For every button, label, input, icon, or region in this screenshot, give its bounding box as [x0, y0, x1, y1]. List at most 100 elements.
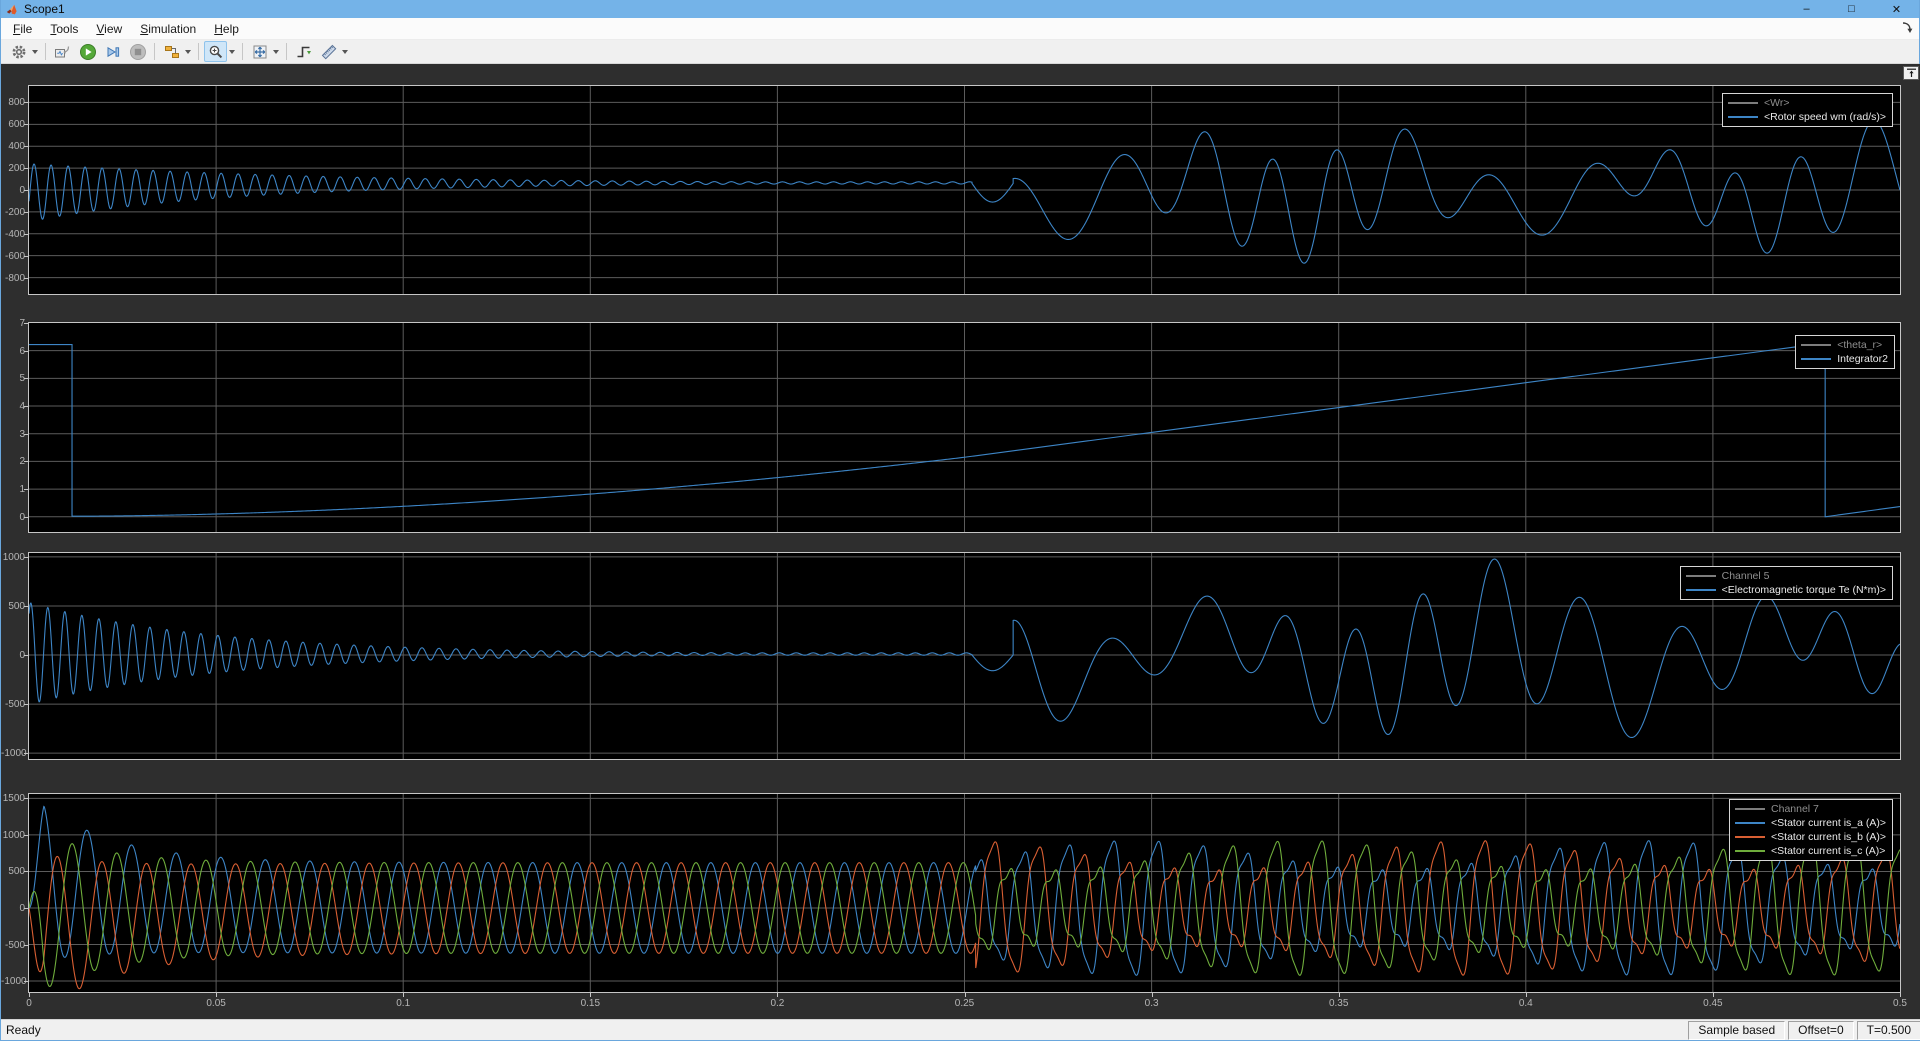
play-icon [79, 43, 97, 61]
rotor-angle-canvas [29, 323, 1900, 532]
y-tick-mark [24, 461, 28, 462]
y-tick-label: 1000 [1, 552, 25, 563]
parameters-button[interactable] [7, 41, 30, 62]
zoom-in-icon [208, 44, 224, 60]
plot-stator-currents[interactable]: Channel 7<Stator current is_a (A)><Stato… [28, 793, 1901, 993]
stator-currents-legend[interactable]: Channel 7<Stator current is_a (A)><Stato… [1729, 799, 1893, 861]
legend-item[interactable]: <Rotor speed wm (rad/s)> [1728, 110, 1886, 124]
legend-item[interactable]: Integrator2 [1801, 352, 1888, 366]
y-tick-mark [24, 908, 28, 909]
y-tick-mark [24, 234, 28, 235]
trigger-button[interactable] [292, 41, 315, 62]
y-tick-mark [24, 835, 28, 836]
y-tick-mark [24, 406, 28, 407]
zoom-dropdown-caret[interactable] [229, 50, 235, 54]
dock-scope-button[interactable] [1903, 66, 1919, 80]
maximize-button[interactable]: □ [1829, 0, 1874, 18]
status-time: T=0.500 [1857, 1021, 1920, 1040]
y-tick-label: -800 [1, 273, 25, 284]
y-tick-label: 600 [1, 119, 25, 130]
y-tick-mark [24, 146, 28, 147]
legend-line-sample [1801, 358, 1831, 360]
x-tick-mark [1526, 993, 1527, 997]
legend-line-sample [1686, 575, 1716, 577]
rotor-angle-legend[interactable]: <theta_r>Integrator2 [1795, 335, 1895, 369]
y-tick-mark [24, 212, 28, 213]
legend-item[interactable]: <Stator current is_a (A)> [1735, 816, 1886, 830]
fit-to-view-dropdown-caret[interactable] [273, 50, 279, 54]
window-title: Scope1 [24, 0, 65, 18]
plot-rotor-speed[interactable]: <Wr><Rotor speed wm (rad/s)> [28, 85, 1901, 295]
legend-item[interactable]: <Stator current is_b (A)> [1735, 830, 1886, 844]
x-tick-label: 0.45 [1696, 998, 1730, 1009]
legend-line-sample [1728, 102, 1758, 104]
torque-canvas [29, 553, 1900, 759]
y-tick-mark [24, 102, 28, 103]
legend-item[interactable]: Channel 5 [1686, 569, 1886, 583]
stop-button[interactable] [126, 41, 149, 62]
zoom-button[interactable] [204, 41, 227, 62]
y-tick-label: 7 [1, 318, 25, 329]
toolbar-separator [154, 43, 155, 60]
y-tick-label: -500 [1, 940, 25, 951]
y-tick-label: -500 [1, 699, 25, 710]
y-tick-label: 500 [1, 866, 25, 877]
y-tick-label: 0 [1, 903, 25, 914]
y-tick-label: 1 [1, 484, 25, 495]
x-tick-mark [590, 993, 591, 997]
legend-line-sample [1735, 822, 1765, 824]
legend-item[interactable]: <Wr> [1728, 96, 1886, 110]
run-button[interactable] [76, 41, 99, 62]
undock-arrow-icon[interactable] [1900, 21, 1914, 35]
y-tick-mark [24, 655, 28, 656]
y-tick-mark [24, 278, 28, 279]
menu-simulation[interactable]: Simulation [131, 18, 205, 40]
x-tick-label: 0.5 [1883, 998, 1917, 1009]
measurements-button[interactable] [317, 41, 340, 62]
menu-help[interactable]: Help [205, 18, 248, 40]
legend-item[interactable]: <Stator current is_c (A)> [1735, 844, 1886, 858]
measurements-dropdown-caret[interactable] [342, 50, 348, 54]
signal-selector-button[interactable] [160, 41, 183, 62]
plot-rotor-angle[interactable]: <theta_r>Integrator2 [28, 322, 1901, 533]
y-tick-mark [24, 945, 28, 946]
scope-window: Scope1 – □ ✕ File Tools View Simulation … [0, 0, 1920, 1041]
legend-label: <Stator current is_c (A)> [1771, 844, 1885, 858]
menu-tools[interactable]: Tools [41, 18, 87, 40]
legend-item[interactable]: <theta_r> [1801, 338, 1888, 352]
highlight-simulink-block-icon [54, 44, 71, 60]
rotor-speed-legend[interactable]: <Wr><Rotor speed wm (rad/s)> [1722, 93, 1893, 127]
minimize-button[interactable]: – [1784, 0, 1829, 18]
highlight-block-button[interactable] [51, 41, 74, 62]
legend-item[interactable]: <Electromagnetic torque Te (N*m)> [1686, 583, 1886, 597]
menu-file[interactable]: File [4, 18, 41, 40]
legend-item[interactable]: Channel 7 [1735, 802, 1886, 816]
titlebar[interactable]: Scope1 – □ ✕ [1, 0, 1919, 18]
menu-view[interactable]: View [87, 18, 131, 40]
y-tick-label: -1000 [1, 748, 25, 759]
x-tick-mark [403, 993, 404, 997]
y-tick-mark [24, 798, 28, 799]
y-tick-label: 0 [1, 185, 25, 196]
y-tick-mark [24, 489, 28, 490]
legend-line-sample [1801, 344, 1831, 346]
close-button[interactable]: ✕ [1874, 0, 1919, 18]
y-tick-label: -200 [1, 207, 25, 218]
y-tick-label: 500 [1, 601, 25, 612]
parameters-dropdown-caret[interactable] [32, 50, 38, 54]
x-tick-label: 0 [12, 998, 46, 1009]
y-tick-label: 1000 [1, 830, 25, 841]
x-tick-mark [1152, 993, 1153, 997]
toolbar-separator [45, 43, 46, 60]
legend-label: <Stator current is_a (A)> [1771, 816, 1886, 830]
plot-torque[interactable]: Channel 5<Electromagnetic torque Te (N*m… [28, 552, 1901, 760]
legend-label: Channel 7 [1771, 802, 1819, 816]
y-tick-mark [24, 871, 28, 872]
legend-line-sample [1735, 836, 1765, 838]
x-tick-mark [1339, 993, 1340, 997]
step-forward-button[interactable] [101, 41, 124, 62]
signal-selector-dropdown-caret[interactable] [185, 50, 191, 54]
torque-legend[interactable]: Channel 5<Electromagnetic torque Te (N*m… [1680, 566, 1893, 600]
fit-to-view-button[interactable] [248, 41, 271, 62]
y-tick-mark [24, 981, 28, 982]
